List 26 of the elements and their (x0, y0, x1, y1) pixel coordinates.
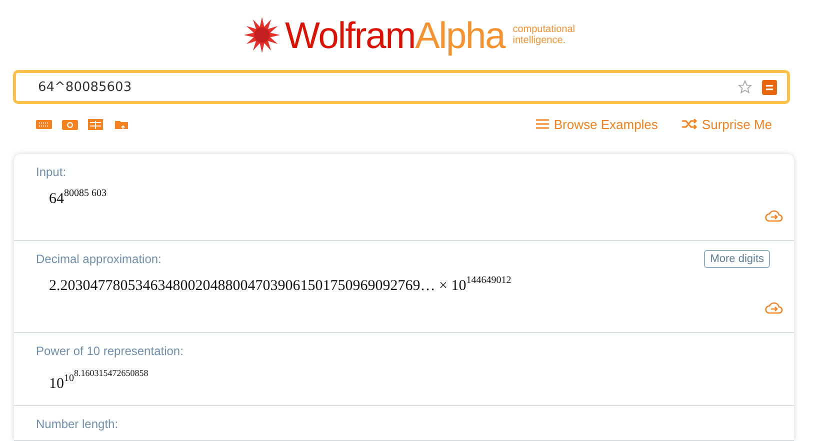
pod-title: Power of 10 representation: (36, 344, 184, 358)
more-digits-button[interactable]: More digits (704, 250, 770, 268)
keyboard-icon[interactable] (36, 118, 52, 130)
cloud-share-icon[interactable] (765, 210, 783, 222)
search-field[interactable]: 64^80085603 (38, 80, 728, 94)
pod-title: Input: (36, 165, 66, 179)
menu-icon (536, 119, 549, 129)
logo-tagline: computational (512, 24, 575, 35)
browse-examples-link[interactable]: Browse Examples (536, 116, 658, 132)
table-icon[interactable] (88, 118, 104, 130)
cloud-share-icon[interactable] (765, 302, 783, 314)
search-bar[interactable]: 64^80085603 (13, 70, 790, 104)
logo-star-icon (243, 16, 282, 54)
math-result: 64$^{80085 603}$ (49, 187, 106, 208)
pod-title: Decimal approximation: (36, 252, 162, 266)
math-result: 2.203047780534634800204880047039061501750969092769… × 10$^{144649012}$ (49, 274, 512, 296)
logo-tagline: intelligence. (512, 35, 567, 46)
camera-icon[interactable] (62, 118, 78, 130)
pod-title: Number length: (36, 416, 118, 431)
star-icon[interactable] (738, 80, 752, 94)
folder-icon[interactable] (114, 118, 130, 130)
shuffle-icon (682, 119, 697, 129)
surprise-me-link[interactable]: Surprise Me (682, 116, 772, 132)
input-mode-icon[interactable] (762, 80, 777, 94)
logo-wordmark: Wolfram (285, 16, 416, 54)
logo-wordmark-alpha: Alpha (415, 16, 505, 54)
